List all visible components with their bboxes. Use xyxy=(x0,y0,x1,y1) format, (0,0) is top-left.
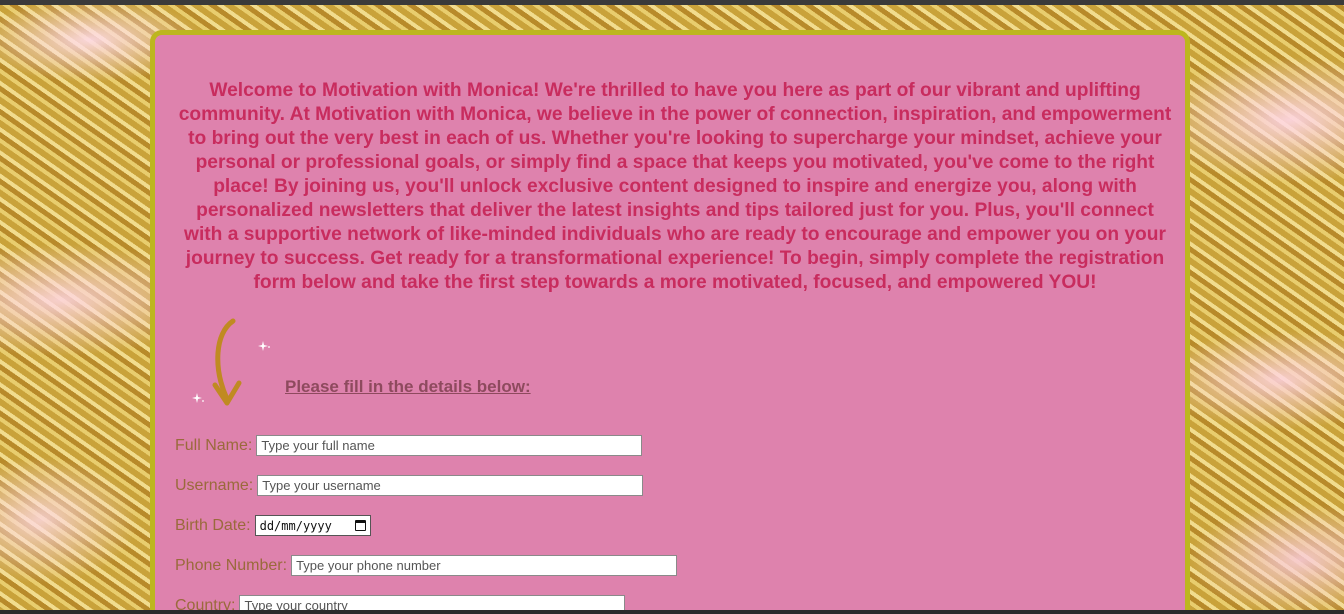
full-name-input[interactable] xyxy=(256,435,643,456)
birth-date-placeholder: dd/mm/yyyy xyxy=(259,518,332,533)
curved-arrow-down-icon xyxy=(192,318,270,406)
browser-top-bar xyxy=(0,0,1344,5)
full-name-row: Full Name: xyxy=(175,435,643,456)
phone-row: Phone Number: xyxy=(175,555,678,576)
phone-input[interactable] xyxy=(291,555,678,576)
username-label: Username: xyxy=(175,476,254,494)
birth-date-row: Birth Date: dd/mm/yyyy xyxy=(175,515,371,536)
full-name-label: Full Name: xyxy=(175,436,253,454)
calendar-icon[interactable] xyxy=(354,520,366,531)
registration-card: Welcome to Motivation with Monica! We're… xyxy=(150,30,1190,614)
welcome-text: Welcome to Motivation with Monica! We're… xyxy=(178,80,1172,293)
birth-date-input[interactable]: dd/mm/yyyy xyxy=(254,515,371,536)
phone-label: Phone Number: xyxy=(175,556,288,574)
username-row: Username: xyxy=(175,475,644,496)
form-heading: Please fill in the details below: xyxy=(285,377,531,396)
username-input[interactable] xyxy=(257,475,644,496)
browser-bottom-bar xyxy=(0,610,1344,614)
birth-date-label: Birth Date: xyxy=(175,516,251,534)
